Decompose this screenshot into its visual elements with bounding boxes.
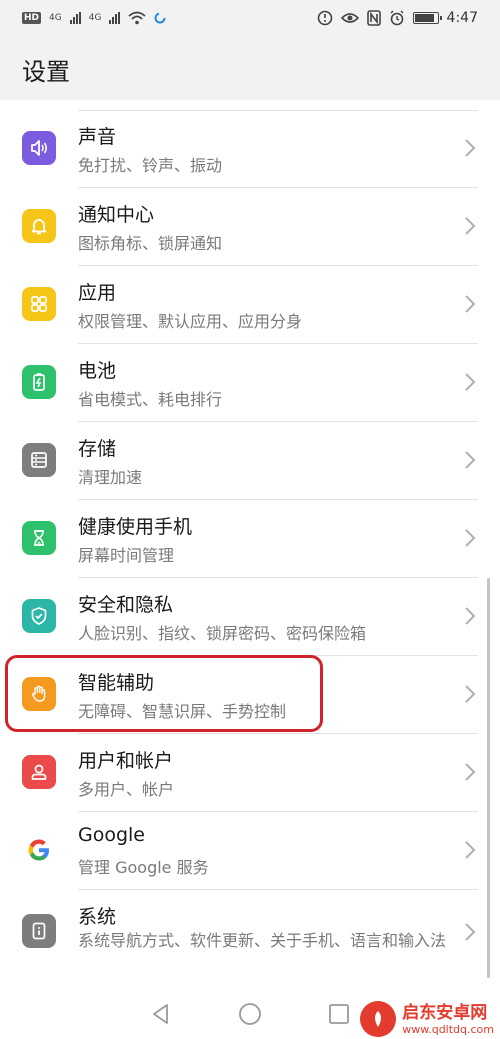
home-button[interactable]	[238, 1002, 262, 1026]
chevron-right-icon	[465, 451, 476, 469]
signal-icon	[69, 12, 81, 24]
item-subtitle: 屏幕时间管理	[78, 546, 175, 565]
item-title: 通知中心	[78, 204, 155, 226]
item-title: 电池	[78, 360, 117, 382]
chevron-right-icon	[465, 217, 476, 235]
item-title: 声音	[78, 126, 117, 148]
watermark-url: www.qdltdq.com	[402, 1022, 494, 1036]
item-subtitle: 管理 Google 服务	[78, 858, 209, 877]
chevron-right-icon	[465, 295, 476, 313]
hourglass-icon	[22, 521, 56, 555]
item-title: 系统	[78, 906, 117, 928]
setting-item-security-privacy[interactable]: 安全和隐私 人脸识别、指纹、锁屏密码、密码保险箱	[0, 578, 500, 656]
highlight-box	[5, 655, 323, 732]
item-subtitle: 图标角标、锁屏通知	[78, 234, 223, 253]
eye-icon	[340, 13, 359, 23]
battery-icon	[22, 365, 56, 399]
back-icon	[153, 1004, 168, 1024]
header: 设置	[0, 36, 500, 100]
setting-item-battery[interactable]: 电池 省电模式、耗电排行	[0, 344, 500, 422]
item-title: Google	[78, 824, 146, 846]
alarm-clock-icon	[390, 10, 404, 26]
item-subtitle: 系统导航方式、软件更新、关于手机、语言和输入法	[78, 931, 447, 950]
item-subtitle: 省电模式、耗电排行	[78, 390, 223, 409]
item-subtitle: 免打扰、铃声、振动	[78, 156, 223, 175]
recents-icon	[329, 1004, 349, 1024]
home-icon	[239, 1003, 261, 1025]
storage-icon	[22, 443, 56, 477]
google-icon	[22, 833, 56, 867]
item-subtitle: 清理加速	[78, 468, 143, 487]
sync-icon	[154, 12, 166, 24]
scrollbar[interactable]	[487, 578, 490, 978]
system-icon	[22, 914, 56, 948]
chevron-right-icon	[465, 923, 476, 941]
bell-icon	[22, 209, 56, 243]
user-icon	[22, 755, 56, 789]
apps-grid-icon	[22, 287, 56, 321]
watermark-logo-icon	[360, 1001, 397, 1037]
alarm-off-icon	[317, 10, 332, 26]
setting-item-sound[interactable]: 声音 免打扰、铃声、振动	[0, 110, 500, 188]
signal-icon-2	[109, 12, 121, 24]
speaker-icon	[22, 131, 56, 165]
item-subtitle: 人脸识别、指纹、锁屏密码、密码保险箱	[78, 624, 367, 643]
battery-icon	[412, 12, 442, 24]
network-type-1: 4G	[49, 13, 62, 23]
item-title: 安全和隐私	[78, 594, 174, 616]
clock-time: 4:47	[446, 10, 478, 26]
setting-item-digital-wellbeing[interactable]: 健康使用手机 屏幕时间管理	[0, 500, 500, 578]
chevron-right-icon	[465, 841, 476, 859]
nfc-icon	[366, 10, 381, 26]
setting-item-users-accounts[interactable]: 用户和帐户 多用户、帐户	[0, 734, 500, 812]
chevron-right-icon	[465, 373, 476, 391]
recents-button[interactable]	[327, 1002, 351, 1026]
status-bar: HD 4G 4G 4:47	[0, 0, 500, 36]
item-title: 存储	[78, 438, 117, 460]
item-title: 用户和帐户	[78, 750, 174, 772]
battery-fill	[414, 14, 434, 22]
item-subtitle: 权限管理、默认应用、应用分身	[78, 312, 303, 331]
shield-icon	[22, 599, 56, 633]
hd-badge: HD	[22, 12, 42, 24]
chevron-right-icon	[465, 607, 476, 625]
chevron-right-icon	[465, 529, 476, 547]
watermark: 启东安卓网 www.qdltdq.com	[360, 1001, 494, 1037]
setting-item-system[interactable]: 系统 系统导航方式、软件更新、关于手机、语言和输入法	[0, 890, 500, 980]
setting-item-apps[interactable]: 应用 权限管理、默认应用、应用分身	[0, 266, 500, 344]
watermark-name: 启东安卓网	[402, 1002, 488, 1023]
item-title: 应用	[78, 282, 117, 304]
item-title: 健康使用手机	[78, 516, 193, 538]
network-type-2: 4G	[88, 13, 102, 23]
chevron-right-icon	[465, 763, 476, 781]
item-subtitle: 多用户、帐户	[78, 780, 175, 799]
setting-item-google[interactable]: Google 管理 Google 服务	[0, 812, 500, 890]
wifi-icon	[128, 11, 147, 25]
setting-item-notification[interactable]: 通知中心 图标角标、锁屏通知	[0, 188, 500, 266]
page-title: 设置	[22, 58, 70, 86]
chevron-right-icon	[465, 139, 476, 157]
back-button[interactable]	[149, 1002, 173, 1026]
chevron-right-icon	[465, 685, 476, 703]
setting-item-storage[interactable]: 存储 清理加速	[0, 422, 500, 500]
